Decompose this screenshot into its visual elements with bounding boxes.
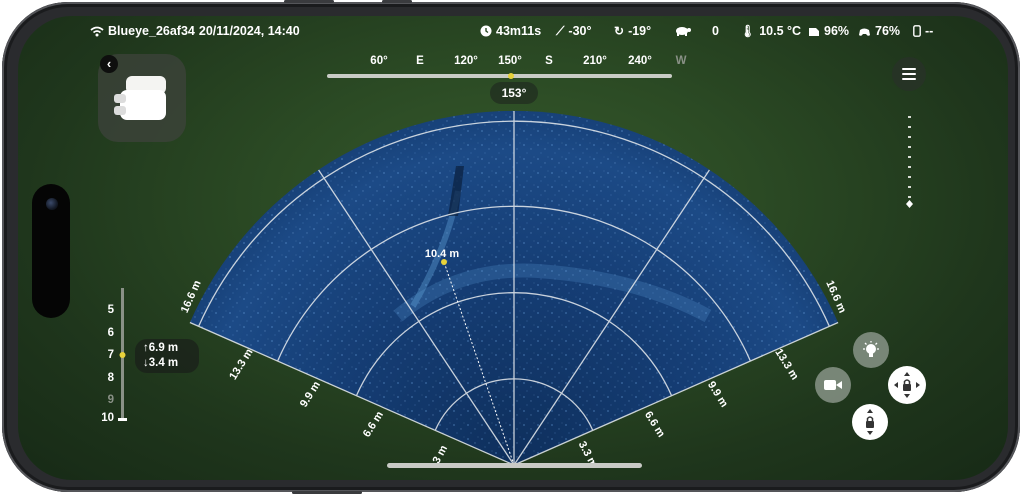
roll: ↻ -19°: [614, 24, 651, 38]
depth-label: 9: [107, 394, 114, 406]
move-lock-icon: [894, 372, 920, 398]
status-bar: Blueye_26af34 20/11/2024, 14:40 43m11s ⟋…: [18, 24, 1008, 42]
compass-label: W: [675, 55, 687, 67]
wifi-status: Blueye_26af34 20/11/2024, 14:40: [90, 24, 300, 38]
depth-scale-track: [118, 288, 127, 421]
range-label: 13.3 m: [227, 347, 255, 383]
power-button: [292, 491, 362, 494]
dynamic-island: [32, 184, 70, 318]
roll-icon: ↻: [614, 24, 625, 38]
phone-battery: --: [913, 24, 933, 38]
controller-battery: 76%: [858, 24, 900, 38]
depth-label: 10: [101, 412, 114, 424]
range-label: 9.9 m: [705, 379, 730, 409]
range-label: 6.6 m: [361, 409, 386, 439]
controller-battery-value: 76%: [875, 24, 901, 38]
clock-icon: [480, 25, 492, 37]
water-temperature: 🌡 10.5 °C: [740, 24, 801, 38]
range-label: 6.6 m: [642, 409, 667, 439]
app-screen: 10.4 m 16.6 m 13.3 m 9.9 m 6.6 m 3 m 16.…: [18, 16, 1008, 480]
phone-icon: [913, 25, 921, 37]
compass-track: [327, 74, 672, 78]
thermometer-icon: 🌡: [740, 24, 756, 38]
speed-value: 0: [712, 24, 719, 38]
home-indicator[interactable]: [387, 463, 642, 468]
lights-button[interactable]: [853, 332, 889, 368]
volume-button: [284, 0, 334, 3]
menu-bar: [902, 78, 916, 80]
compass-label: E: [416, 55, 424, 67]
dive-time: 43m11s: [480, 24, 541, 38]
depth-label: 6: [107, 327, 114, 339]
depth-label: 8: [107, 372, 114, 384]
menu-bar: [902, 68, 916, 70]
depth-lock-icon: [866, 409, 874, 435]
volume-button: [382, 0, 412, 3]
drone-battery: 96%: [808, 24, 849, 38]
dive-time-value: 43m11s: [496, 24, 542, 38]
range-label: 13.3 m: [772, 347, 800, 383]
compass-label: 120°: [454, 55, 478, 67]
record-button[interactable]: [815, 367, 851, 403]
depth-above: ↑6.9 m: [143, 342, 179, 354]
depth-label: 5: [107, 304, 114, 316]
phone-battery-value: --: [925, 24, 934, 38]
measure-label: 10.4 m: [425, 248, 459, 260]
depth-label-current: 7: [107, 349, 114, 361]
depth-readout: ↑6.9 m ↓3.4 m: [135, 339, 199, 373]
compass-label: S: [545, 55, 553, 67]
heading-marker: [508, 73, 514, 79]
gain-scale[interactable]: [904, 114, 916, 214]
drone-battery-value: 96%: [824, 24, 850, 38]
date-time: 20/11/2024, 14:40: [198, 24, 300, 38]
compass-label: 240°: [628, 55, 652, 67]
depth-below: ↓3.4 m: [143, 357, 179, 369]
pitch-icon: ⟋: [556, 24, 565, 38]
menu-button[interactable]: [892, 57, 926, 91]
device-name: Blueye_26af34: [108, 24, 195, 38]
front-camera: [46, 198, 58, 210]
wifi-icon: [90, 26, 104, 36]
drone-battery-icon: [809, 27, 819, 36]
turtle-icon: [676, 27, 691, 36]
range-label: 9.9 m: [298, 379, 323, 409]
pitch: ⟋ -30°: [556, 24, 591, 38]
compass-strip[interactable]: 60° E 120° 150° S 210° 240° W: [327, 55, 686, 79]
video-camera-icon: [824, 380, 842, 390]
back-button[interactable]: ‹: [100, 55, 118, 73]
controller-battery-icon: [859, 28, 870, 36]
position-lock-button[interactable]: [888, 366, 926, 404]
compass-label: 60°: [370, 55, 388, 67]
pitch-value: -30°: [568, 24, 592, 38]
compass-label: 150°: [498, 55, 522, 67]
heading-value: 153°: [490, 82, 538, 104]
depth-lock-button[interactable]: [852, 404, 888, 440]
roll-value: -19°: [628, 24, 652, 38]
menu-bar: [902, 73, 916, 75]
speed: 0: [674, 24, 719, 38]
water-temp-value: 10.5 °C: [759, 24, 802, 38]
compass-label: 210°: [583, 55, 607, 67]
phone-frame: 10.4 m 16.6 m 13.3 m 9.9 m 6.6 m 3 m 16.…: [2, 0, 1020, 494]
lightbulb-icon: [863, 341, 879, 357]
